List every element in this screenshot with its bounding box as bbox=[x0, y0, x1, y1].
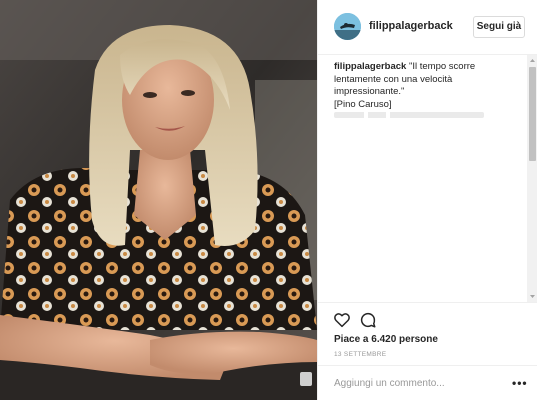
post-photo[interactable] bbox=[0, 0, 317, 400]
caption-line-1: "Il tempo scorre bbox=[406, 61, 476, 72]
avatar[interactable] bbox=[334, 13, 361, 40]
post-date[interactable]: 13 SETTEMBRE bbox=[334, 351, 386, 358]
caption-scrollbar[interactable] bbox=[527, 55, 537, 302]
post-side-panel: filippalagerback Segui già filippalagerb… bbox=[317, 0, 537, 400]
portrait-photo bbox=[0, 0, 317, 400]
post-username[interactable]: filippalagerback bbox=[369, 20, 453, 32]
post-caption: filippalagerback "Il tempo scorre lentam… bbox=[334, 61, 524, 111]
scroll-down-arrow-icon[interactable] bbox=[527, 291, 537, 302]
more-options-button[interactable]: ••• bbox=[512, 376, 528, 390]
heart-icon[interactable] bbox=[333, 311, 351, 329]
caption-line-2: lentamente con una velocità bbox=[334, 73, 453, 85]
comment-icon[interactable] bbox=[359, 311, 377, 329]
comment-form: ••• bbox=[318, 365, 537, 401]
likes-count[interactable]: Piace a 6.420 persone bbox=[334, 334, 438, 345]
truncated-comment-preview bbox=[334, 112, 484, 118]
instagram-post-modal: filippalagerback Segui già filippalagerb… bbox=[0, 0, 537, 400]
comment-input[interactable] bbox=[334, 375, 494, 391]
caption-username[interactable]: filippalagerback bbox=[334, 61, 406, 72]
caption-line-3: impressionante." bbox=[334, 86, 405, 97]
scrollbar-thumb[interactable] bbox=[529, 67, 536, 161]
post-actions: Piace a 6.420 persone 13 SETTEMBRE ••• bbox=[318, 302, 537, 400]
caption-area: filippalagerback "Il tempo scorre lentam… bbox=[318, 55, 528, 302]
post-header: filippalagerback Segui già bbox=[318, 0, 537, 55]
follow-button[interactable]: Segui già bbox=[473, 16, 525, 38]
caption-line-4: [Pino Caruso] bbox=[334, 98, 392, 110]
scroll-up-arrow-icon[interactable] bbox=[527, 55, 537, 66]
avatar-image bbox=[334, 13, 361, 40]
